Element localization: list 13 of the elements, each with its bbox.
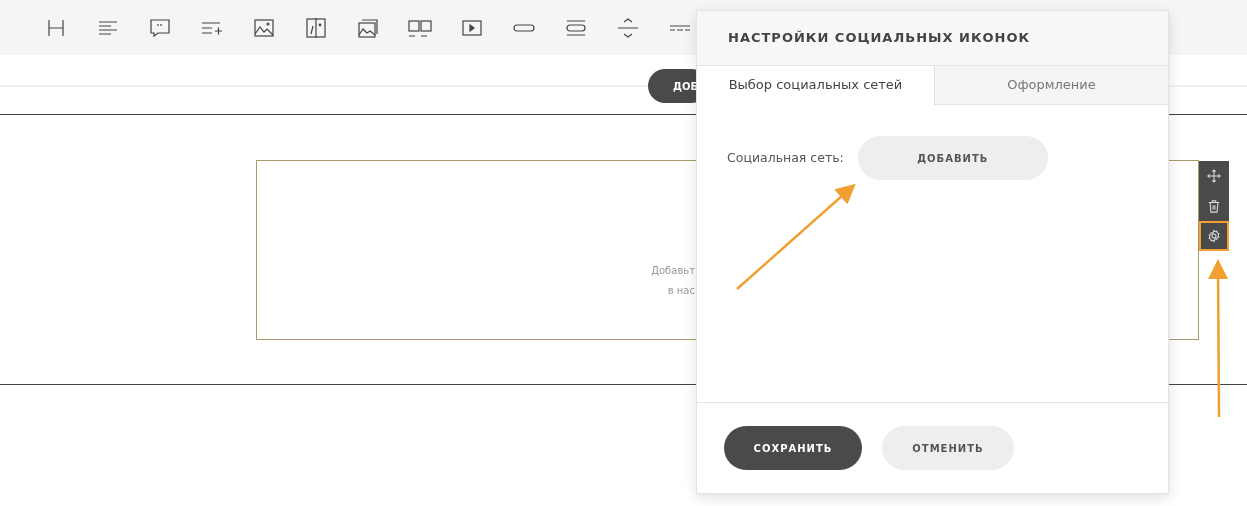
trash-icon: [1207, 199, 1221, 213]
settings-button[interactable]: [1199, 221, 1229, 251]
add-network-button[interactable]: ДОБАВИТЬ: [857, 136, 1048, 180]
save-button[interactable]: СОХРАНИТЬ: [724, 426, 862, 470]
field-label: Социальная сеть:: [727, 149, 844, 167]
settings-icon: [1207, 229, 1221, 243]
placeholder-text: в нас: [667, 284, 695, 298]
tab[interactable]: Оформление: [934, 66, 1168, 105]
dialog-title: НАСТРОЙКИ СОЦИАЛЬНЫХ ИКОНОК: [697, 11, 1168, 65]
move-icon: [1207, 169, 1221, 183]
split-image-icon[interactable]: [304, 15, 328, 40]
cancel-button[interactable]: ОТМЕНИТЬ: [882, 426, 1014, 470]
placeholder-text: Добавьт: [651, 264, 695, 278]
